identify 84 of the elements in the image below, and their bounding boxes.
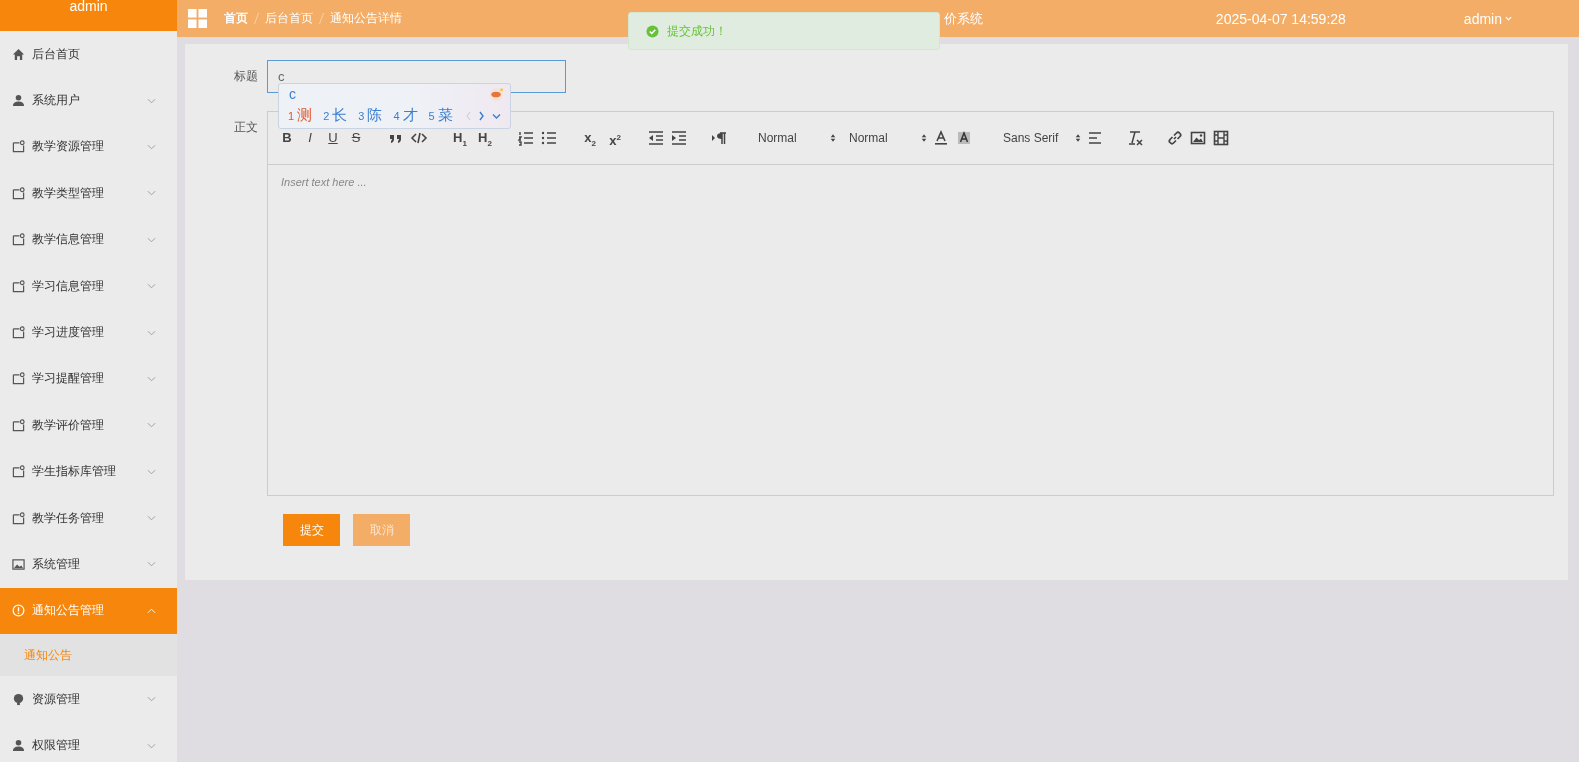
align-left-icon[interactable] [1086, 129, 1104, 147]
format-dropdown[interactable]: Normal [841, 130, 927, 146]
pager-icon[interactable] [465, 110, 502, 121]
highlight-icon[interactable] [955, 129, 973, 147]
paragraph-icon[interactable] [710, 129, 728, 147]
menu-item[interactable]: 学习提醒管理 [0, 355, 177, 403]
sort-arrows-icon [921, 133, 927, 143]
ime-candidate[interactable]: 2 长 [323, 106, 348, 125]
menu-item[interactable]: 后台首页 [0, 31, 177, 78]
module-icon [12, 418, 25, 432]
brand-name: admin [69, 0, 108, 12]
module-icon [12, 279, 25, 293]
menu-item[interactable]: 资源管理 [0, 676, 177, 723]
menu-item[interactable]: 教学信息管理 [0, 216, 177, 263]
menu-item[interactable]: 教学评价管理 [0, 402, 177, 449]
menu-label: 教学评价管理 [32, 416, 105, 434]
user-icon [12, 94, 25, 108]
sort-arrows-icon [830, 133, 836, 143]
format-dropdown[interactable]: Normal [750, 130, 836, 146]
menu-label: 教学信息管理 [32, 231, 105, 249]
menu-item[interactable]: 系统管理 [0, 541, 177, 588]
menu-label: 学习信息管理 [32, 277, 105, 295]
superscript-button[interactable]: x$^{2}$ [605, 130, 625, 146]
image-icon[interactable] [1189, 129, 1207, 147]
menu-label: 权限管理 [32, 737, 81, 755]
check-circle-icon [646, 24, 659, 38]
user-icon [12, 739, 25, 753]
system-title: 价系统 [943, 9, 984, 28]
menu-item[interactable]: 权限管理 [0, 722, 177, 762]
menu-label: 教学资源管理 [32, 138, 105, 156]
menu-item[interactable]: 教学资源管理 [0, 123, 177, 171]
form-label: 正文 [233, 119, 259, 136]
menu-label: 学生指标库管理 [32, 463, 117, 481]
mascot-icon [489, 87, 504, 102]
film-icon[interactable] [1212, 129, 1230, 147]
form-label: 标题 [233, 68, 259, 85]
menu-item[interactable]: 教学类型管理 [0, 170, 177, 217]
menu-item[interactable]: 教学任务管理 [0, 494, 177, 542]
subscript-button[interactable]: x$_{2}$ [580, 130, 600, 146]
clear-format-icon[interactable] [1126, 129, 1144, 147]
format-dropdown[interactable]: Sans Serif [995, 130, 1081, 146]
underline-button[interactable]: U [324, 130, 342, 146]
menu-label: 资源管理 [32, 690, 81, 708]
bold-button[interactable]: B [278, 130, 296, 146]
menu-item[interactable]: 学习进度管理 [0, 309, 177, 356]
bullet-list-icon[interactable] [540, 129, 558, 147]
toast-message: 提交成功！ [667, 22, 727, 40]
module-icon [12, 372, 25, 386]
menu-item[interactable]: 学生指标库管理 [0, 448, 177, 495]
menu-label: 系统管理 [32, 556, 81, 573]
module-icon [12, 511, 25, 525]
module-icon [12, 465, 25, 479]
menu-label: 通知公告管理 [32, 602, 105, 620]
outdent-icon[interactable] [647, 129, 665, 147]
caret-icon [1505, 16, 1512, 21]
strikethrough-button[interactable]: S [347, 130, 365, 146]
module-icon [12, 186, 25, 200]
sort-arrows-icon [1075, 133, 1081, 143]
menu-label: 系统用户 [32, 92, 81, 110]
ime-candidate[interactable]: 4 才 [393, 106, 418, 125]
menu-label: 学习进度管理 [32, 324, 105, 342]
italic-button[interactable]: I [301, 130, 319, 146]
menu-label: 学习提醒管理 [32, 370, 105, 388]
date-time: 2025-04-07 14:59:28 [1215, 10, 1346, 27]
indent-icon[interactable] [670, 129, 688, 147]
alert-icon [12, 604, 25, 618]
module-icon [12, 233, 25, 247]
image-icon [12, 558, 25, 571]
heading-button[interactable]: H$_{2}$ [475, 130, 495, 146]
ordered-list-icon[interactable] [517, 129, 535, 147]
ime-candidate[interactable]: 3 陈 [358, 106, 383, 125]
menu-label: 教学类型管理 [32, 184, 105, 202]
menu-label: 教学任务管理 [32, 509, 105, 527]
home-icon [12, 47, 25, 61]
link-icon[interactable] [1166, 129, 1184, 147]
menu-label: 后台首页 [32, 45, 81, 63]
menu-item[interactable]: 学习信息管理 [0, 262, 177, 310]
bulb-icon [12, 692, 25, 706]
module-icon [12, 326, 25, 340]
ime-candidate[interactable]: 5 菜 [428, 106, 453, 125]
module-icon [12, 140, 25, 154]
heading-button[interactable]: H$_{1}$ [450, 130, 470, 146]
text-color-icon[interactable] [932, 129, 950, 147]
menu-item[interactable]: 系统用户 [0, 77, 177, 124]
